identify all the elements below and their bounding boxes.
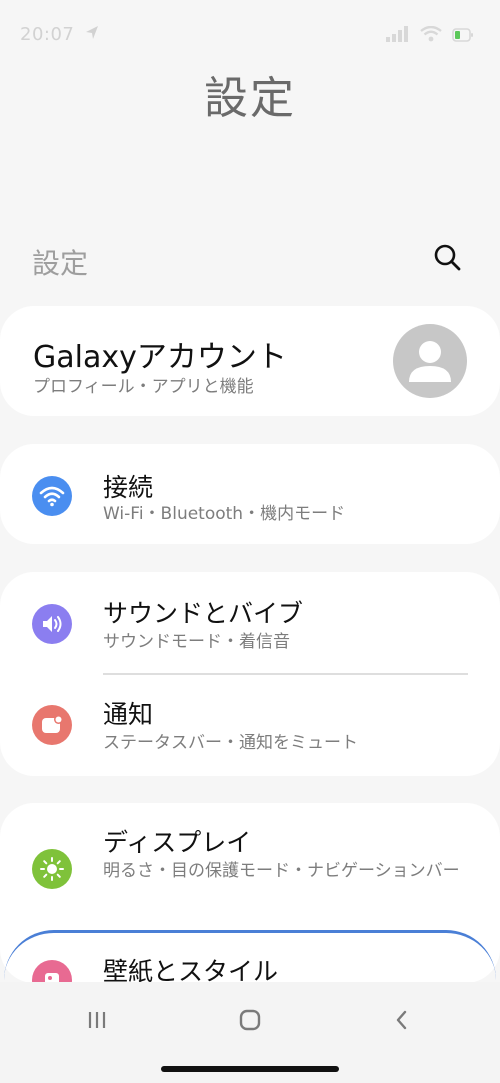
page-title: 設定 bbox=[204, 73, 296, 124]
settings-item-title: 壁紙とスタイル bbox=[103, 957, 279, 982]
avatar[interactable] bbox=[393, 324, 467, 398]
search-button[interactable] bbox=[430, 240, 466, 276]
back-icon bbox=[396, 1010, 407, 1030]
section-title: 設定 bbox=[32, 247, 89, 280]
home-icon bbox=[239, 1009, 261, 1031]
settings-item-subtitle: ステータスバー・通知をミュート bbox=[103, 733, 358, 753]
home-button[interactable] bbox=[230, 1004, 270, 1036]
header-row: 設定 bbox=[0, 236, 500, 284]
speaker-icon bbox=[32, 604, 72, 644]
settings-item-connections[interactable]: 接続 Wi-Fi・Bluetooth・機内モード bbox=[0, 444, 500, 544]
status-bar: 20:07 bbox=[0, 0, 500, 60]
settings-item-subtitle: 明るさ・目の保護モード・ナビゲーションバー bbox=[103, 861, 460, 881]
sun-icon bbox=[32, 849, 72, 889]
wallpaper-icon bbox=[32, 960, 72, 982]
notification-icon bbox=[32, 705, 72, 745]
settings-item-sound[interactable]: サウンドとバイブ サウンドモード・着信音 bbox=[0, 572, 500, 673]
account-card[interactable]: Galaxyアカウント プロフィール・アプリと機能 bbox=[0, 306, 500, 416]
settings-item-subtitle: サウンドモード・着信音 bbox=[103, 632, 290, 652]
search-icon bbox=[434, 244, 461, 271]
settings-item-subtitle: Wi-Fi・Bluetooth・機内モード bbox=[103, 504, 346, 524]
location-arrow-icon bbox=[84, 24, 100, 42]
settings-item-title: 接続 bbox=[103, 473, 154, 502]
settings-item-display[interactable]: ディスプレイ 明るさ・目の保護モード・ナビゲーションバー bbox=[0, 803, 500, 928]
home-indicator[interactable] bbox=[161, 1066, 339, 1072]
connections-card: 接続 Wi-Fi・Bluetooth・機内モード bbox=[0, 444, 500, 544]
back-button[interactable] bbox=[382, 1004, 422, 1036]
status-time: 20:07 bbox=[20, 24, 75, 45]
settings-item-title: サウンドとバイブ bbox=[103, 599, 304, 628]
person-icon bbox=[409, 341, 451, 382]
recents-button[interactable] bbox=[77, 1004, 117, 1036]
account-title: Galaxyアカウント bbox=[33, 340, 287, 375]
settings-item-wallpaper[interactable]: 壁紙とスタイル bbox=[0, 930, 500, 982]
account-subtitle: プロフィール・アプリと機能 bbox=[33, 377, 254, 397]
status-icons bbox=[386, 25, 474, 46]
wifi-icon bbox=[32, 476, 72, 516]
settings-item-title: 通知 bbox=[103, 700, 154, 729]
signal-icon bbox=[386, 26, 410, 46]
recents-icon bbox=[88, 1012, 106, 1028]
sound-notification-card: サウンドとバイブ サウンドモード・着信音 通知 ステータスバー・通知をミュート bbox=[0, 572, 500, 776]
wifi-icon bbox=[420, 25, 442, 46]
battery-icon bbox=[452, 27, 474, 46]
settings-item-title: ディスプレイ bbox=[103, 828, 252, 857]
settings-item-notifications[interactable]: 通知 ステータスバー・通知をミュート bbox=[0, 675, 500, 776]
